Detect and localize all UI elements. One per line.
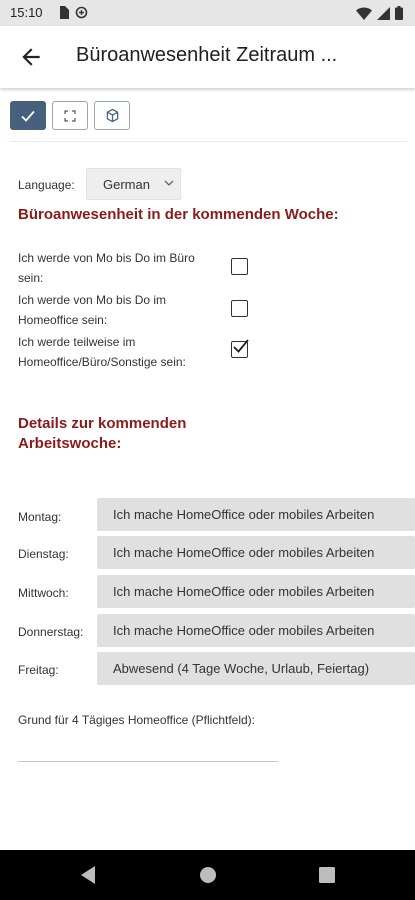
wifi-icon: [356, 7, 372, 20]
day-value: Abwesend (4 Tage Woche, Urlaub, Feiertag…: [113, 661, 370, 676]
cube-button[interactable]: [94, 101, 130, 130]
toolbar-divider: [10, 141, 407, 142]
form-toolbar: [10, 101, 130, 130]
checkbox-partial[interactable]: [231, 339, 249, 358]
data-saver-icon: [75, 6, 88, 19]
fullscreen-icon: [64, 109, 76, 122]
check-icon: [233, 339, 249, 353]
checkbox-office[interactable]: [231, 258, 248, 275]
day-select-tuesday[interactable]: Ich mache HomeOffice oder mobiles Arbeit…: [97, 536, 415, 569]
system-nav-bar: [0, 850, 415, 900]
day-label-thursday: Donnerstag:: [18, 625, 84, 639]
day-select-friday[interactable]: Abwesend (4 Tage Woche, Urlaub, Feiertag…: [97, 652, 415, 685]
status-bar: 15:10: [0, 0, 415, 26]
section-title-presence: Büroanwesenheit in der kommenden Woche:: [18, 206, 339, 223]
home-circle-icon[interactable]: [199, 865, 217, 885]
reason-input[interactable]: [18, 738, 278, 762]
day-value: Ich mache HomeOffice oder mobiles Arbeit…: [113, 507, 375, 522]
day-value: Ich mache HomeOffice oder mobiles Arbeit…: [113, 584, 375, 599]
day-select-thursday[interactable]: Ich mache HomeOffice oder mobiles Arbeit…: [97, 614, 415, 647]
app-bar: Büroanwesenheit Zeitraum ...: [0, 26, 415, 88]
battery-icon: [395, 6, 403, 20]
language-label: Language:: [18, 178, 75, 192]
section-title-details: Details zur kommenden Arbeitswoche:: [18, 415, 187, 452]
day-label-wednesday: Mittwoch:: [18, 586, 69, 600]
reason-label: Grund für 4 Tägiges Homeoffice (Pflichtf…: [18, 713, 255, 727]
signal-icon: [377, 6, 390, 20]
day-label-monday: Montag:: [18, 510, 62, 524]
day-label-friday: Freitag:: [18, 663, 59, 677]
option-label-office: Ich werde von Mo bis Do im Büro sein:: [18, 251, 195, 285]
language-value: German: [103, 177, 150, 192]
option-label-homeoffice: Ich werde von Mo bis Do im Homeoffice se…: [18, 293, 167, 327]
fullscreen-button[interactable]: [52, 101, 88, 130]
day-value: Ich mache HomeOffice oder mobiles Arbeit…: [113, 545, 375, 560]
recents-square-icon[interactable]: [318, 865, 336, 885]
arrow-left-icon[interactable]: [18, 44, 44, 70]
option-label-partial: Ich werde teilweise im Homeoffice/Büro/S…: [18, 335, 186, 369]
day-label-tuesday: Dienstag:: [18, 547, 69, 561]
sim-card-icon: [60, 6, 69, 19]
back-triangle-icon[interactable]: [79, 865, 97, 885]
status-time: 15:10: [10, 5, 43, 20]
checkbox-homeoffice[interactable]: [231, 300, 248, 317]
check-icon: [21, 110, 35, 122]
language-select[interactable]: German: [86, 168, 181, 200]
day-select-wednesday[interactable]: Ich mache HomeOffice oder mobiles Arbeit…: [97, 575, 415, 608]
page-title: Büroanwesenheit Zeitraum ...: [76, 44, 338, 66]
day-select-monday[interactable]: Ich mache HomeOffice oder mobiles Arbeit…: [97, 498, 415, 531]
day-value: Ich mache HomeOffice oder mobiles Arbeit…: [113, 623, 375, 638]
chevron-down-icon: [164, 180, 174, 186]
submit-check-button[interactable]: [10, 101, 46, 130]
cube-icon: [106, 108, 118, 123]
